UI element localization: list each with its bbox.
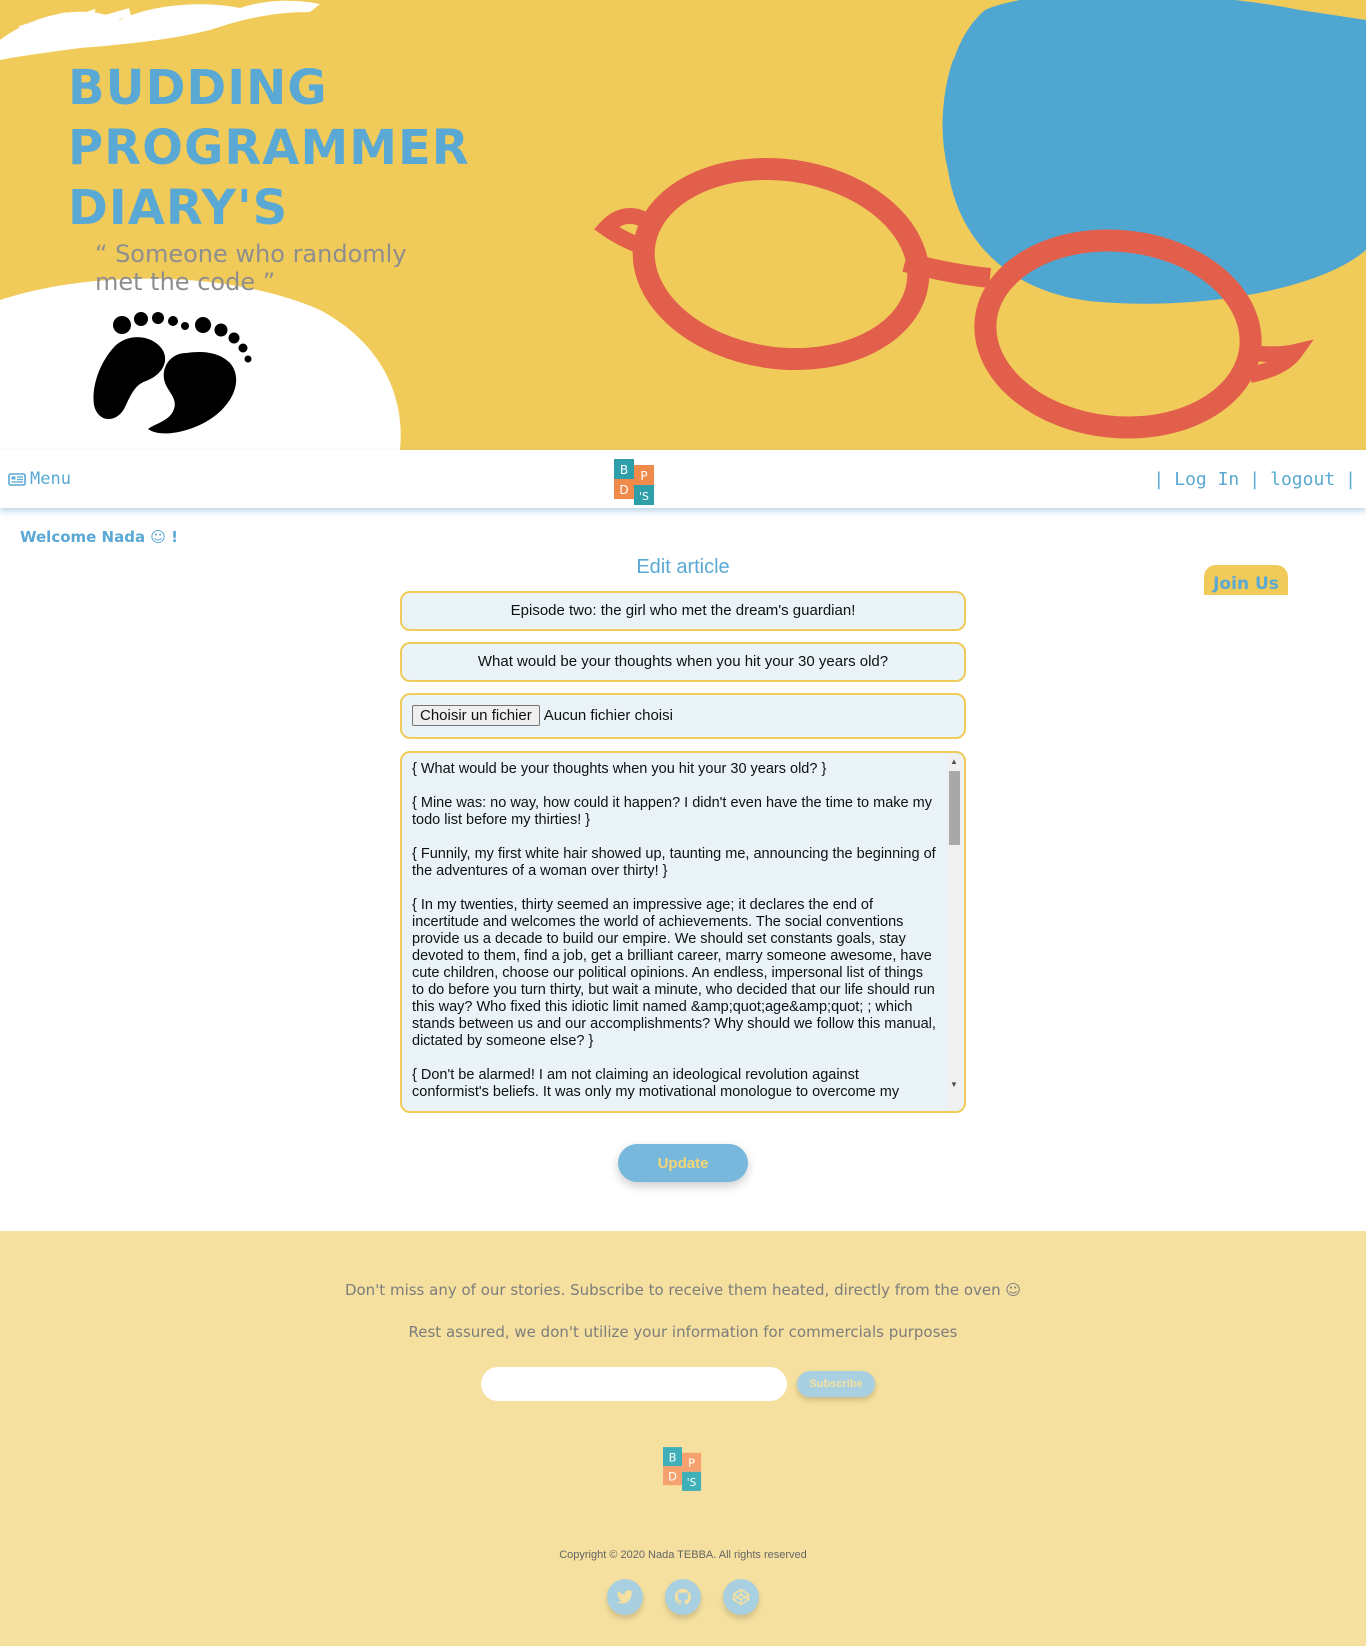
article-subtitle-input[interactable]: What would be your thoughts when you hit… <box>400 642 966 682</box>
update-button[interactable]: Update <box>618 1144 748 1182</box>
blue-blob <box>944 0 1366 304</box>
logo-letter: B <box>669 1450 677 1464</box>
logo-letter: B <box>620 463 628 477</box>
login-link[interactable]: Log In <box>1174 469 1239 490</box>
scrollbar-thumb[interactable] <box>949 771 960 845</box>
scroll-down-icon[interactable]: ▼ <box>950 1080 958 1089</box>
subscribe-invite-text: Don't miss any of our stories. Subscribe… <box>344 1281 1022 1299</box>
logo-letter: D <box>619 483 628 497</box>
copyright-text: Copyright © 2020 Nada TEBBA. All rights … <box>559 1549 807 1561</box>
article-content-text: { What would be your thoughts when you h… <box>412 761 936 1100</box>
github-link[interactable] <box>665 1579 701 1615</box>
logout-link[interactable]: logout <box>1270 469 1335 490</box>
logo-letter: P <box>688 1456 695 1470</box>
auth-links: | Log In | logout | <box>1153 469 1356 490</box>
site-tagline: “ Someone who randomly met the code ” <box>95 240 407 296</box>
site-title-line: BUDDING <box>68 60 328 116</box>
twitter-link[interactable] <box>607 1579 643 1615</box>
privacy-note: Rest assured, we don't utilize your info… <box>408 1323 958 1341</box>
article-title-input[interactable]: Episode two: the girl who met the dream'… <box>400 591 966 631</box>
github-icon <box>674 1588 691 1605</box>
scroll-up-icon[interactable]: ▲ <box>950 757 958 766</box>
file-upload-field: Choisir un fichier Aucun fichier choisi <box>400 693 966 739</box>
choose-file-button[interactable]: Choisir un fichier <box>412 705 540 726</box>
join-us-button[interactable]: Join Us <box>1204 565 1288 595</box>
brush-stroke <box>0 0 320 60</box>
footprints-logo <box>93 312 252 434</box>
logo-letter: 'S <box>687 1477 697 1489</box>
menu-label: Menu <box>30 469 71 489</box>
twitter-icon <box>616 1590 634 1604</box>
site-title: BUDDING PROGRAMMER DIARY'S <box>68 58 470 238</box>
footer-bpds-logo[interactable]: B P D 'S <box>663 1446 703 1492</box>
hero-banner: BUDDING PROGRAMMER DIARY'S “ Someone who… <box>0 0 1366 450</box>
top-navbar: Menu B P D 'S | Log In | logout | <box>0 450 1366 508</box>
site-title-line: PROGRAMMER <box>68 120 470 176</box>
codepen-link[interactable] <box>723 1579 759 1615</box>
newspaper-icon <box>8 471 26 491</box>
codepen-icon <box>732 1588 750 1606</box>
textarea-scrollbar[interactable]: ▲ ▼ <box>947 755 962 1109</box>
site-title-line: DIARY'S <box>68 180 289 236</box>
subscribe-email-input[interactable] <box>481 1367 787 1401</box>
menu-button[interactable]: Menu <box>8 469 71 491</box>
page-title: Edit article <box>636 556 730 578</box>
welcome-message: Welcome Nada ☺ ! <box>20 528 179 546</box>
subscribe-button[interactable]: Subscribe <box>797 1371 875 1397</box>
logo-letter: D <box>668 1469 677 1483</box>
logo-letter: 'S <box>639 490 649 503</box>
logo-letter: P <box>640 469 647 483</box>
footer: Don't miss any of our stories. Subscribe… <box>0 1231 1366 1646</box>
file-status: Aucun fichier choisi <box>543 707 673 724</box>
bpds-logo[interactable]: B P D 'S <box>614 459 656 505</box>
article-content-textarea[interactable]: { What would be your thoughts when you h… <box>400 751 966 1113</box>
